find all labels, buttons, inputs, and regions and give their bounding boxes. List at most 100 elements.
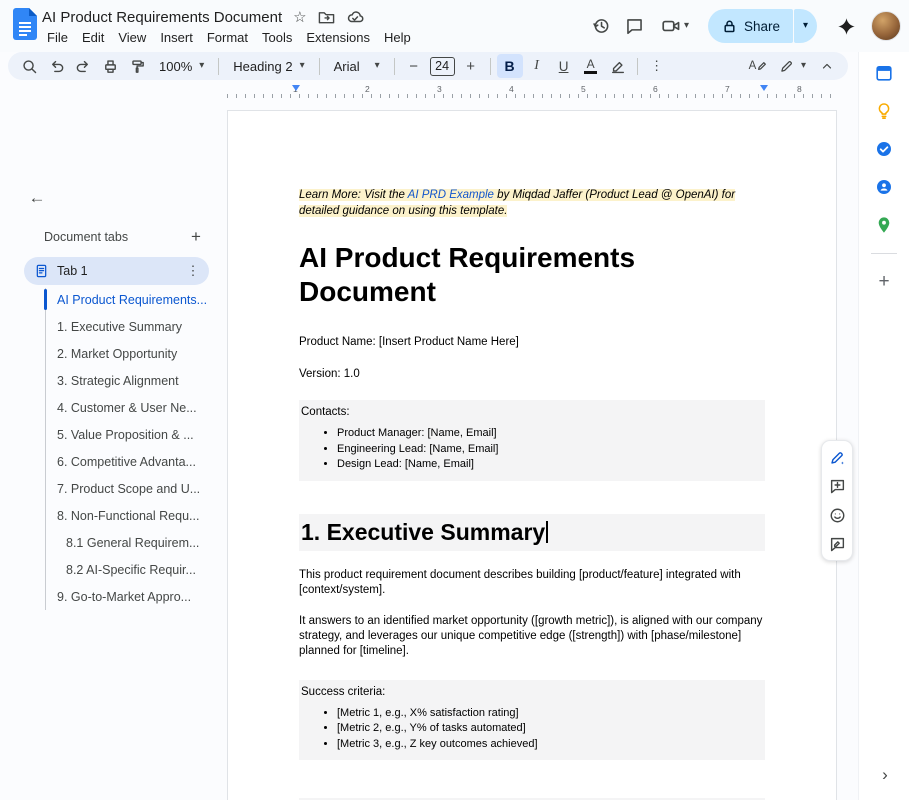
menu-insert[interactable]: Insert — [153, 28, 200, 47]
decrease-font-size-button[interactable]: − — [401, 54, 427, 78]
star-icon[interactable]: ☆ — [293, 8, 306, 26]
maps-icon[interactable] — [867, 208, 901, 242]
template-notice: Learn More: Visit the AI PRD Example by … — [299, 187, 765, 219]
zoom-value: 100% — [159, 59, 192, 74]
ruler-number: 5 — [581, 84, 586, 94]
share-menu-caret[interactable]: ▾ — [794, 9, 817, 43]
paragraph-style-select[interactable]: Heading 2 ▾ — [225, 54, 312, 78]
contact-item: Design Lead: [Name, Email] — [337, 457, 763, 473]
outline-item[interactable]: 1. Executive Summary — [0, 313, 222, 340]
ruler-number: 4 — [509, 84, 514, 94]
style-value: Heading 2 — [233, 59, 292, 74]
menu-format[interactable]: Format — [200, 28, 255, 47]
highlight-color-icon[interactable] — [605, 54, 631, 78]
account-avatar[interactable] — [871, 11, 901, 41]
tab-doc-icon — [34, 263, 49, 279]
text-color-button[interactable]: A — [578, 54, 604, 78]
move-folder-icon[interactable] — [318, 9, 335, 26]
product-name-line: Product Name: [Insert Product Name Here] — [299, 335, 765, 350]
outline-item[interactable]: 4. Customer & User Ne... — [0, 394, 222, 421]
show-side-panel-icon[interactable]: › — [872, 762, 898, 788]
bold-button[interactable]: B — [497, 54, 523, 78]
menu-file[interactable]: File — [40, 28, 75, 47]
docs-logo-icon[interactable] — [13, 8, 37, 40]
get-add-ons-icon[interactable]: + — [867, 265, 901, 299]
hide-menus-icon[interactable] — [814, 54, 840, 78]
top-bar-actions: ▾ Share ▾ — [584, 9, 901, 43]
right-indent-marker[interactable] — [760, 85, 768, 91]
outline-item[interactable]: 9. Go-to-Market Appro... — [0, 583, 222, 610]
join-call-button[interactable]: ▾ — [652, 9, 698, 43]
italic-button[interactable]: I — [524, 54, 550, 78]
left-indent-marker[interactable] — [292, 85, 300, 91]
cloud-status-icon[interactable] — [346, 8, 364, 26]
outline-item[interactable]: 8.1 General Requirem... — [0, 529, 222, 556]
close-sidebar-icon[interactable]: ← — [23, 184, 51, 212]
contacts-icon[interactable] — [867, 170, 901, 204]
gemini-sparkle-icon[interactable] — [829, 9, 863, 43]
menu-extensions[interactable]: Extensions — [299, 28, 377, 47]
help-me-write-icon[interactable] — [824, 444, 850, 470]
ruler-ticks — [227, 94, 837, 98]
prd-example-link[interactable]: AI PRD Example — [408, 189, 494, 201]
success-item: [Metric 3, e.g., Z key outcomes achieved… — [337, 737, 763, 753]
tab-options-icon[interactable]: ⋮ — [183, 263, 203, 279]
menu-edit[interactable]: Edit — [75, 28, 111, 47]
ruler-number: 8 — [797, 84, 802, 94]
page[interactable]: Learn More: Visit the AI PRD Example by … — [227, 110, 837, 800]
zoom-select[interactable]: 100% ▾ — [151, 54, 212, 78]
comments-icon[interactable] — [618, 9, 652, 43]
font-select[interactable]: Arial ▾ — [326, 54, 388, 78]
outline-item[interactable]: 3. Strategic Alignment — [0, 367, 222, 394]
rail-divider — [871, 253, 897, 254]
menu-tools[interactable]: Tools — [255, 28, 299, 47]
rail-apps: + — [859, 52, 909, 301]
document-canvas: 1 2 3 4 5 6 7 8 Learn More: Visit the AI… — [222, 80, 856, 800]
increase-font-size-button[interactable]: + — [458, 54, 484, 78]
horizontal-ruler[interactable]: 1 2 3 4 5 6 7 8 — [227, 85, 837, 99]
ruler-number: 7 — [725, 84, 730, 94]
tab-item-tab1[interactable]: Tab 1 ⋮ — [24, 257, 209, 285]
search-menus-icon[interactable] — [16, 54, 42, 78]
emoji-reaction-icon[interactable] — [824, 502, 850, 528]
version-history-icon[interactable] — [584, 9, 618, 43]
font-size-input[interactable]: 24 — [430, 57, 455, 76]
outline-item[interactable]: AI Product Requirements... — [0, 286, 222, 313]
outline-item[interactable]: 8.2 AI-Specific Requir... — [0, 556, 222, 583]
ruler-number: 3 — [437, 84, 442, 94]
outline-item[interactable]: 5. Value Proposition & ... — [0, 421, 222, 448]
lock-icon — [722, 19, 737, 34]
paint-format-icon[interactable] — [124, 54, 150, 78]
margin-action-panel — [821, 440, 853, 561]
toolbar-divider — [319, 58, 320, 75]
outline-item[interactable]: 2. Market Opportunity — [0, 340, 222, 367]
share-button[interactable]: Share — [708, 9, 793, 43]
contacts-list: Product Manager: [Name, Email] Engineeri… — [301, 426, 763, 473]
print-icon[interactable] — [97, 54, 123, 78]
text-cursor — [546, 521, 548, 543]
suggest-edits-icon[interactable] — [824, 531, 850, 557]
document-title[interactable]: AI Product Requirements Document — [42, 9, 282, 26]
outline-item[interactable]: 7. Product Scope and U... — [0, 475, 222, 502]
redo-icon[interactable] — [70, 54, 96, 78]
underline-button[interactable]: U — [551, 54, 577, 78]
add-comment-icon[interactable] — [824, 473, 850, 499]
tab-label: Tab 1 — [57, 264, 175, 278]
top-bar: AI Product Requirements Document ☆ File … — [0, 0, 909, 52]
share-label: Share — [744, 19, 780, 34]
add-tab-icon[interactable]: + — [184, 225, 208, 249]
tabs-header-label: Document tabs — [44, 230, 128, 244]
outline-item[interactable]: 8. Non-Functional Requ... — [0, 502, 222, 529]
success-item: [Metric 1, e.g., X% satisfaction rating] — [337, 706, 763, 722]
undo-icon[interactable] — [43, 54, 69, 78]
editing-mode-icon[interactable]: A — [745, 54, 771, 78]
calendar-icon[interactable] — [867, 56, 901, 90]
outline-item[interactable]: 6. Competitive Advanta... — [0, 448, 222, 475]
pen-annotate-select[interactable]: ▾ — [774, 54, 811, 78]
menu-help[interactable]: Help — [377, 28, 418, 47]
success-item: [Metric 2, e.g., Y% of tasks automated] — [337, 721, 763, 737]
menu-view[interactable]: View — [111, 28, 153, 47]
more-toolbar-options-icon[interactable]: ⋮ — [644, 54, 670, 78]
tasks-icon[interactable] — [867, 132, 901, 166]
keep-icon[interactable] — [867, 94, 901, 128]
